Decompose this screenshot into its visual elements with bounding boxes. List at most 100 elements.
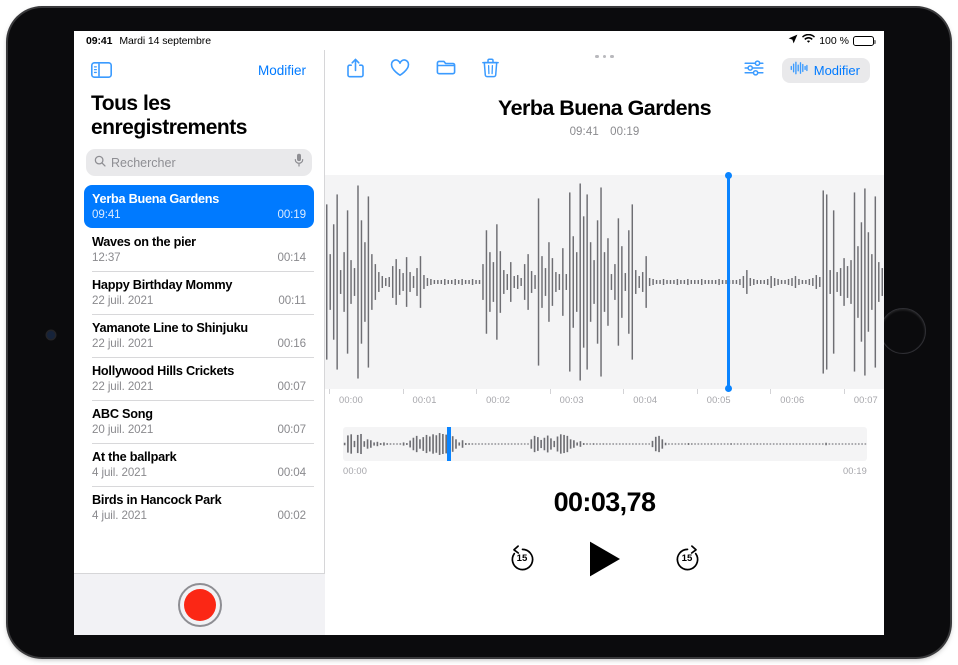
waveform-detail[interactable] <box>325 175 884 389</box>
detail-pane: Modifier Yerba Buena Gardens 09:41 00:19… <box>325 50 884 635</box>
recording-duration: 00:02 <box>277 509 306 522</box>
recording-name: Happy Birthday Mommy <box>92 278 233 292</box>
recording-duration: 00:16 <box>277 337 306 350</box>
record-bar <box>74 573 325 635</box>
battery-percent-label: 100 % <box>819 34 849 47</box>
recording-date: 22 juil. 2021 <box>92 380 154 393</box>
recording-title: Yerba Buena Gardens <box>497 96 712 120</box>
sliders-icon[interactable] <box>744 59 764 82</box>
play-button[interactable] <box>588 540 622 578</box>
front-camera-icon <box>47 331 55 339</box>
home-button[interactable] <box>880 308 926 354</box>
status-bar: 09:41 Mardi 14 septembre 100 % <box>74 31 884 50</box>
status-bar-date: Mardi 14 septembre <box>119 34 211 47</box>
detail-toolbar: Modifier <box>325 50 884 90</box>
split-view: Modifier Tous les enregistrements Recher… <box>74 50 884 635</box>
recording-name: Yerba Buena Gardens <box>92 192 220 206</box>
record-button[interactable] <box>177 582 222 627</box>
ruler-tick-label: 00:07 <box>853 395 878 405</box>
recording-duration: 00:19 <box>277 208 306 221</box>
search-bar[interactable]: Rechercher <box>74 149 324 176</box>
current-time-display: 00:03,78 <box>553 487 656 517</box>
list-item[interactable]: Hollywood Hills Crickets 22 juil. 2021 00:… <box>84 357 314 401</box>
list-item[interactable]: Birds in Hancock Park 4 juil. 2021 00:02 <box>84 486 314 529</box>
heart-icon[interactable] <box>390 58 410 82</box>
recording-subtitle: 09:41 00:19 <box>325 126 884 138</box>
recording-name: ABC Song <box>92 407 153 421</box>
ruler-tick <box>329 389 330 394</box>
trash-icon[interactable] <box>482 58 499 83</box>
search-input[interactable]: Rechercher <box>86 149 312 176</box>
list-item[interactable]: Waves on the pier 12:37 00:14 <box>84 228 314 272</box>
list-item[interactable]: At the ballpark 4 juil. 2021 00:04 <box>84 443 314 487</box>
location-arrow-icon <box>788 34 798 47</box>
list-item[interactable]: ABC Song 20 juil. 2021 00:07 <box>84 400 314 444</box>
recording-duration: 00:14 <box>277 251 306 264</box>
list-item[interactable]: Yerba Buena Gardens 09:41 00:19 <box>84 185 314 228</box>
ruler-tick <box>549 389 551 394</box>
transport-controls: 15 15 <box>325 540 884 578</box>
ruler-tick-label: 00:01 <box>412 395 437 405</box>
waveform-detail-area[interactable]: 00:00 00:01 00:02 00:03 00:04 00:05 00:06 00:07 <box>325 172 884 407</box>
recording-name: Yamanote Line to Shinjuku <box>92 321 248 335</box>
ruler-tick <box>696 389 698 394</box>
ruler-tick-label: 00:05 <box>706 395 731 405</box>
recording-date: 22 juil. 2021 <box>92 294 154 307</box>
list-item[interactable]: Yamanote Line to Shinjuku 22 juil. 2021 00… <box>84 314 314 358</box>
ruler-tick-label: 00:04 <box>633 395 658 405</box>
ruler-tick <box>402 389 404 394</box>
skip-forward-15-button[interactable]: 15 <box>672 544 703 575</box>
time-ruler: 00:00 00:01 00:02 00:03 00:04 00:05 00:06 00:07 <box>325 389 884 407</box>
sidebar-toggle-icon[interactable] <box>91 62 112 78</box>
recording-duration: 00:19 <box>610 126 640 138</box>
overview-labels: 00:00 00:19 <box>343 466 867 476</box>
waveform-overview[interactable] <box>343 427 867 461</box>
recording-time: 09:41 <box>569 126 599 138</box>
page-title: Tous les enregistrements <box>91 92 247 139</box>
edit-pill-label: Modifier <box>813 62 860 78</box>
search-placeholder-text: Rechercher <box>111 155 176 170</box>
waveform-overview-area[interactable]: 00:00 00:19 <box>343 427 867 479</box>
ruler-tick-label: 00:00 <box>338 395 364 405</box>
edit-recording-button[interactable]: Modifier <box>781 57 870 83</box>
recording-name: At the ballpark <box>92 450 177 464</box>
skip-back-15-button[interactable]: 15 <box>507 544 538 575</box>
recording-date: 12:37 <box>92 251 121 264</box>
recording-duration: 00:04 <box>277 466 306 479</box>
recording-name: Birds in Hancock Park <box>92 493 222 507</box>
recording-date: 22 juil. 2021 <box>92 337 154 350</box>
recording-duration: 00:07 <box>277 423 306 436</box>
sidebar-toolbar: Modifier <box>74 50 324 90</box>
playhead-detail[interactable] <box>724 172 734 392</box>
overview-start-label: 00:00 <box>343 466 368 476</box>
recording-duration: 00:07 <box>277 380 306 393</box>
screen: 09:41 Mardi 14 septembre 100 % Modifier … <box>74 31 884 635</box>
recording-date: 09:41 <box>92 208 121 221</box>
recording-duration: 00:11 <box>278 294 306 307</box>
battery-icon <box>853 35 876 46</box>
wifi-icon <box>802 33 816 47</box>
status-bar-time: 09:41 <box>86 34 113 47</box>
ruler-tick <box>770 389 772 394</box>
folder-icon[interactable] <box>436 59 456 81</box>
share-icon[interactable] <box>347 58 364 83</box>
magnifying-glass-icon <box>94 154 106 172</box>
recording-date: 20 juil. 2021 <box>92 423 154 436</box>
recording-name: Waves on the pier <box>92 235 196 249</box>
overview-end-label: 00:19 <box>842 466 867 476</box>
recording-date: 4 juil. 2021 <box>92 466 147 479</box>
ruler-tick-label: 00:03 <box>559 395 584 405</box>
sidebar-edit-button[interactable]: Modifier <box>258 63 306 78</box>
sidebar: Modifier Tous les enregistrements Recher… <box>74 50 325 635</box>
recordings-list[interactable]: Yerba Buena Gardens 09:41 00:19 Waves on th… <box>74 185 324 529</box>
ruler-tick <box>623 389 625 394</box>
ruler-tick-label: 00:06 <box>780 395 805 405</box>
microphone-icon[interactable] <box>294 153 304 172</box>
waveform-icon <box>790 61 808 80</box>
record-dot-icon <box>183 588 216 621</box>
playhead-overview[interactable] <box>447 427 451 461</box>
ruler-tick <box>843 389 845 394</box>
ruler-tick-label: 00:02 <box>486 395 511 405</box>
list-item[interactable]: Happy Birthday Mommy 22 juil. 2021 00:11 <box>84 271 314 315</box>
recording-name: Hollywood Hills Crickets <box>92 364 235 378</box>
